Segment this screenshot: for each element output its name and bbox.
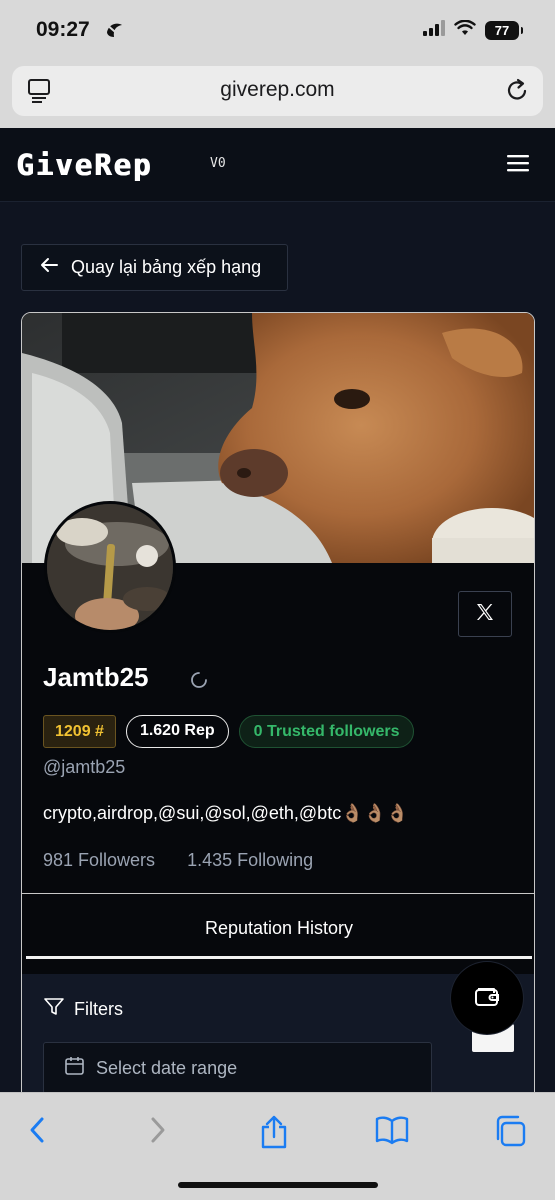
status-time: 09:27 <box>36 18 90 41</box>
rep-badge: 1.620 Rep <box>125 715 229 748</box>
status-bar: 09:27 77 <box>0 0 555 62</box>
focus-moon-icon <box>104 21 124 44</box>
hamburger-menu-icon[interactable] <box>507 154 529 177</box>
followers-count[interactable]: 981 Followers <box>43 850 155 871</box>
following-count[interactable]: 1.435 Following <box>187 850 313 871</box>
bookmarks-icon[interactable] <box>375 1115 409 1150</box>
rank-badge: 1209 # <box>43 715 116 748</box>
back-to-leaderboard-button[interactable]: Quay lại bảng xếp hạng <box>21 244 288 291</box>
loading-spinner-icon <box>188 669 210 696</box>
version-label: V0 <box>210 156 226 171</box>
active-tab-indicator <box>26 956 532 959</box>
status-right: 77 <box>423 19 523 41</box>
filters-header[interactable]: Filters <box>44 998 123 1021</box>
x-profile-button[interactable] <box>458 591 512 637</box>
user-handle[interactable]: @jamtb25 <box>43 757 125 778</box>
share-icon[interactable] <box>259 1115 289 1154</box>
app-header: GiveRep V0 <box>0 128 555 202</box>
battery-indicator: 77 <box>485 21 523 40</box>
forward-chevron-icon[interactable] <box>145 1115 169 1150</box>
user-bio: crypto,airdrop,@sui,@sol,@eth,@btc👌🏽👌🏽👌🏽 <box>43 803 409 823</box>
ios-top-chrome: 09:27 77 giverep.com <box>0 0 555 128</box>
url-text[interactable]: giverep.com <box>12 78 543 102</box>
back-button-label: Quay lại bảng xếp hạng <box>71 257 262 277</box>
date-range-picker[interactable]: Select date range <box>43 1042 432 1094</box>
giverep-logo[interactable]: GiveRep <box>16 148 152 182</box>
trusted-followers-badge[interactable]: 0 Trusted followers <box>238 715 415 748</box>
wallet-icon <box>474 984 500 1013</box>
tab-bar: Reputation History <box>22 893 534 973</box>
back-chevron-icon[interactable] <box>26 1115 50 1150</box>
filter-icon <box>44 998 64 1021</box>
calendar-icon <box>65 1056 84 1080</box>
x-logo-icon <box>476 603 494 626</box>
home-indicator <box>178 1182 378 1188</box>
signal-icon <box>423 20 445 41</box>
address-bar[interactable]: giverep.com <box>12 66 543 116</box>
badge-row: 1209 # 1.620 Rep 0 Trusted followers <box>43 715 415 748</box>
tab-reputation-history[interactable]: Reputation History <box>22 918 534 939</box>
wifi-icon <box>454 19 476 41</box>
arrow-left-icon <box>40 257 58 278</box>
avatar <box>44 501 176 633</box>
display-name: Jamtb25 <box>43 662 149 692</box>
tabs-icon[interactable] <box>494 1115 526 1152</box>
follow-stats: 981 Followers 1.435 Following <box>43 850 313 871</box>
filters-label: Filters <box>74 999 123 1019</box>
profile-page: Quay lại bảng xếp hạng Jamtb25 1209 # 1.… <box>0 203 555 1112</box>
reload-icon[interactable] <box>507 78 529 107</box>
date-range-placeholder: Select date range <box>96 1057 238 1078</box>
wallet-button[interactable] <box>451 962 523 1034</box>
